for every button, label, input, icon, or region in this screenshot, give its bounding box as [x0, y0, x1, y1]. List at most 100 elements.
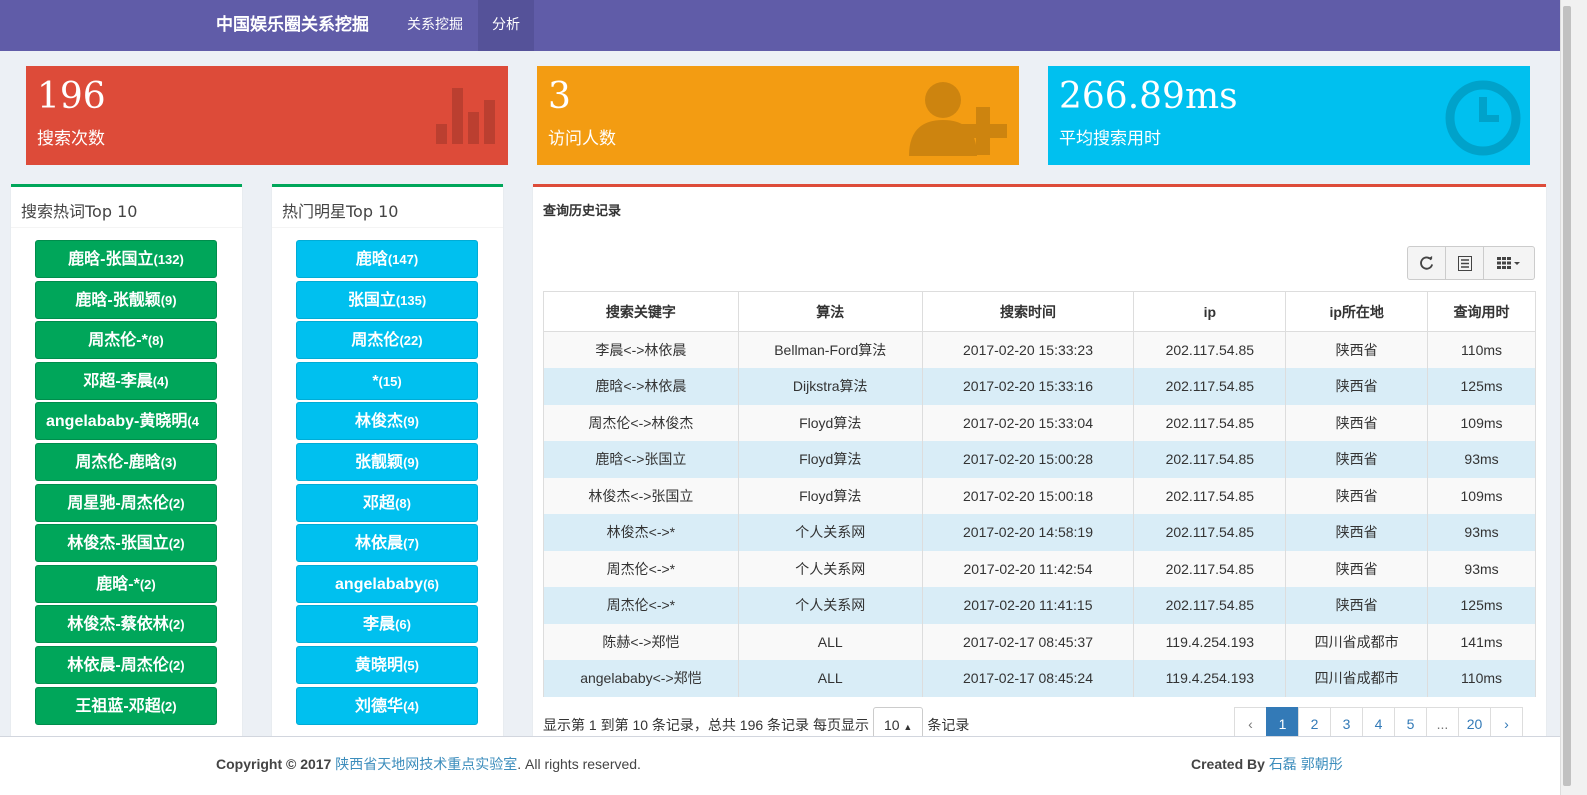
keyword-tag[interactable]: 林俊杰-蔡依林(2) — [35, 605, 217, 644]
cell-ip: 202.117.54.85 — [1133, 441, 1287, 478]
keyword-tag[interactable]: 周杰伦-鹿晗(3) — [35, 442, 217, 481]
hot-stars-panel: 热门明星Top 10 鹿晗(147) 张国立(135) 周杰伦(22) *(15… — [272, 184, 503, 736]
cell-ip: 202.117.54.85 — [1133, 587, 1287, 624]
table-toolbar — [1407, 246, 1535, 280]
keyword-tag[interactable]: 周杰伦-*(8) — [35, 321, 217, 360]
column-header[interactable]: ip — [1133, 291, 1287, 332]
table-row[interactable]: 李晨<->林依晨 Bellman-Ford算法 2017-02-20 15:33:2… — [543, 331, 1536, 368]
pagination-info-suffix: 条记录 — [927, 717, 970, 733]
page-button-1[interactable]: 1 — [1266, 707, 1299, 736]
scrollbar-thumb[interactable] — [1563, 6, 1571, 786]
cell-ip: 119.4.254.193 — [1133, 660, 1287, 697]
column-header[interactable]: 算法 — [737, 291, 923, 332]
cell-keyword: 周杰伦<->林俊杰 — [543, 404, 739, 441]
table-row[interactable]: 鹿晗<->林依晨 Dijkstra算法 2017-02-20 15:33:16 202… — [543, 368, 1536, 405]
table-row[interactable]: 林俊杰<->张国立 Floyd算法 2017-02-20 15:00:18 202.1… — [543, 477, 1536, 514]
keyword-tag[interactable]: 鹿晗-*(2) — [35, 564, 217, 603]
table-row[interactable]: 林俊杰<->* 个人关系网 2017-02-20 14:58:19 202.117.5… — [543, 514, 1536, 551]
page-button-20[interactable]: 20 — [1458, 707, 1491, 736]
search-history-panel: 查询历史记录 搜索关键字 算法 搜索时间 ip ip所在地 查询用时 李晨<->… — [533, 184, 1546, 736]
cell-keyword: 林俊杰<->* — [543, 514, 739, 551]
cell-duration: 141ms — [1427, 623, 1536, 660]
star-tag[interactable]: 刘德华(4) — [296, 686, 478, 725]
stat-value: 196 — [37, 76, 106, 117]
cell-ip: 202.117.54.85 — [1133, 550, 1287, 587]
keyword-tag[interactable]: 周星驰-周杰伦(2) — [35, 483, 217, 522]
table-row[interactable]: angelababy<->郑恺 ALL 2017-02-17 08:45:24 119… — [543, 660, 1536, 697]
columns-dropdown-button[interactable] — [1484, 247, 1534, 279]
rights-text: . All rights reserved. — [517, 756, 641, 772]
star-tag[interactable]: 周杰伦(22) — [296, 321, 478, 360]
cell-time: 2017-02-20 11:41:15 — [921, 587, 1135, 624]
keyword-tag[interactable]: 邓超-李晨(4) — [35, 361, 217, 400]
prev-page-button[interactable]: ‹ — [1234, 707, 1267, 736]
keyword-tag-list: 鹿晗-张国立(132) 鹿晗-张靓颖(9) 周杰伦-*(8) 邓超-李晨(4) … — [35, 240, 217, 727]
cell-location: 四川省成都市 — [1285, 623, 1429, 660]
keyword-tag[interactable]: 林俊杰-张国立(2) — [35, 524, 217, 563]
column-header[interactable]: 搜索关键字 — [543, 291, 739, 332]
keyword-tag[interactable]: 鹿晗-张国立(132) — [35, 240, 217, 278]
cell-duration: 93ms — [1427, 550, 1536, 587]
page-button-2[interactable]: 2 — [1298, 707, 1331, 736]
cell-time: 2017-02-17 08:45:37 — [921, 623, 1135, 660]
keyword-tag[interactable]: angelababy-黄晓明(4 — [35, 402, 217, 441]
star-tag[interactable]: 李晨(6) — [296, 605, 478, 644]
star-tag[interactable]: 张靓颖(9) — [296, 442, 478, 481]
stat-label: 访问人数 — [548, 129, 616, 149]
star-tag[interactable]: 张国立(135) — [296, 280, 478, 319]
table-row[interactable]: 周杰伦<->* 个人关系网 2017-02-20 11:42:54 202.117.5… — [543, 550, 1536, 587]
star-tag[interactable]: 林俊杰(9) — [296, 402, 478, 441]
table-row[interactable]: 周杰伦<->林俊杰 Floyd算法 2017-02-20 15:33:04 202.1… — [543, 404, 1536, 441]
cell-time: 2017-02-20 15:00:18 — [921, 477, 1135, 514]
table-row[interactable]: 鹿晗<->张国立 Floyd算法 2017-02-20 15:00:28 202.11… — [543, 441, 1536, 478]
keyword-tag[interactable]: 王祖蓝-邓超(2) — [35, 686, 217, 725]
column-header[interactable]: 查询用时 — [1427, 291, 1536, 332]
copyright-text: Copyright © 2017 陕西省天地网技术重点实验室. All righ… — [216, 754, 641, 774]
keyword-tag[interactable]: 鹿晗-张靓颖(9) — [35, 280, 217, 319]
table-row[interactable]: 周杰伦<->* 个人关系网 2017-02-20 11:41:15 202.117.5… — [543, 587, 1536, 624]
hot-keywords-panel: 搜索热词Top 10 鹿晗-张国立(132) 鹿晗-张靓颖(9) 周杰伦-*(8… — [11, 184, 242, 736]
next-page-button[interactable]: › — [1490, 707, 1523, 736]
star-tag[interactable]: 黄晓明(5) — [296, 645, 478, 684]
column-header[interactable]: ip所在地 — [1285, 291, 1429, 332]
cell-location: 陕西省 — [1285, 477, 1429, 514]
page-button-5[interactable]: 5 — [1394, 707, 1427, 736]
page-size-select[interactable]: 10 ▲ — [872, 707, 924, 736]
nav-item-relation-mining[interactable]: 关系挖掘 — [393, 0, 477, 51]
cell-location: 四川省成都市 — [1285, 660, 1429, 697]
keyword-tag[interactable]: 林依晨-周杰伦(2) — [35, 645, 217, 684]
page-button-4[interactable]: 4 — [1362, 707, 1395, 736]
nav-item-analysis[interactable]: 分析 — [478, 0, 534, 51]
list-view-icon — [1457, 255, 1472, 271]
stat-value: 266.89ms — [1059, 76, 1238, 117]
table-row[interactable]: 陈赫<->郑恺 ALL 2017-02-17 08:45:37 119.4.254.1… — [543, 623, 1536, 660]
refresh-button[interactable] — [1408, 247, 1446, 279]
cell-location: 陕西省 — [1285, 404, 1429, 441]
star-tag[interactable]: 邓超(8) — [296, 483, 478, 522]
star-tag[interactable]: *(15) — [296, 361, 478, 400]
star-tag[interactable]: angelababy(6) — [296, 564, 478, 603]
cell-algorithm: 个人关系网 — [737, 550, 923, 587]
page-button-3[interactable]: 3 — [1330, 707, 1363, 736]
star-tag[interactable]: 林依晨(7) — [296, 524, 478, 563]
cell-ip: 119.4.254.193 — [1133, 623, 1287, 660]
authors-link[interactable]: 石磊 郭朝彤 — [1269, 756, 1343, 772]
toggle-view-button[interactable] — [1446, 247, 1484, 279]
divider — [11, 227, 242, 228]
divider — [272, 227, 503, 228]
cell-duration: 109ms — [1427, 477, 1536, 514]
cell-location: 陕西省 — [1285, 441, 1429, 478]
cell-location: 陕西省 — [1285, 587, 1429, 624]
star-tag[interactable]: 鹿晗(147) — [296, 240, 478, 278]
org-link[interactable]: 陕西省天地网技术重点实验室 — [335, 756, 517, 772]
cell-duration: 93ms — [1427, 514, 1536, 551]
cell-ip: 202.117.54.85 — [1133, 477, 1287, 514]
column-header[interactable]: 搜索时间 — [921, 291, 1135, 332]
brand-title[interactable]: 中国娱乐圈关系挖掘 — [216, 0, 369, 51]
cell-keyword: 鹿晗<->林依晨 — [543, 368, 739, 405]
cell-algorithm: ALL — [737, 623, 923, 660]
cell-keyword: angelababy<->郑恺 — [543, 660, 739, 697]
caret-up-icon: ▲ — [903, 722, 913, 732]
created-label: Created By — [1191, 756, 1265, 772]
stat-label: 平均搜索用时 — [1059, 129, 1161, 149]
